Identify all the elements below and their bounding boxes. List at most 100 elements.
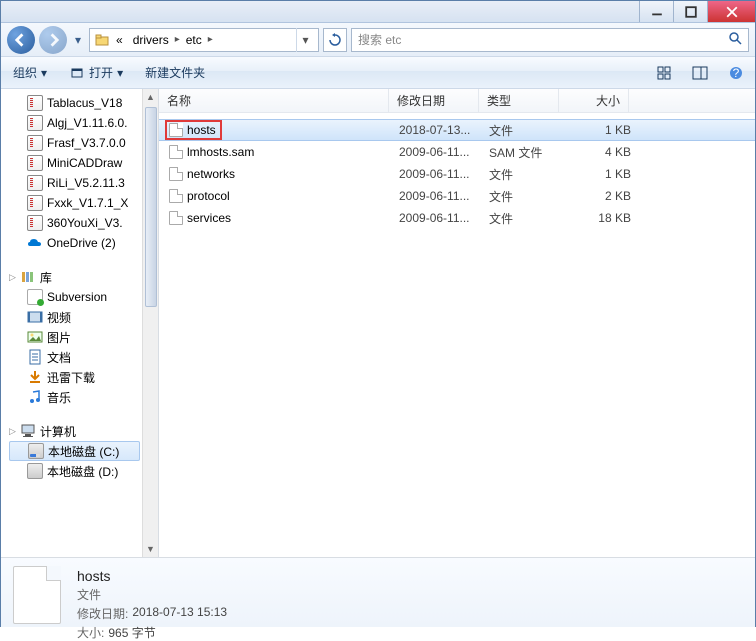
chevron-down-icon: ▾ <box>41 66 47 80</box>
file-name: networks <box>187 167 235 181</box>
tree-item[interactable]: 迅雷下载 <box>9 367 158 387</box>
file-row[interactable]: networks 2009-06-11... 文件 1 KB <box>159 163 755 185</box>
tree-item-label: 360YouXi_V3. <box>47 216 123 230</box>
breadcrumb-prefix: « <box>112 33 127 47</box>
view-options-button[interactable] <box>653 62 675 84</box>
svg-text:?: ? <box>733 66 740 80</box>
navigation-tree: Tablacus_V18 Algj_V1.11.6.0. Frasf_V3.7.0.… <box>1 89 159 557</box>
file-date: 2009-06-11... <box>399 211 489 225</box>
tree-item[interactable]: Fxxk_V1.7.1_X <box>9 193 158 213</box>
tree-item[interactable]: Tablacus_V18 <box>9 93 158 113</box>
search-icon <box>728 31 742 48</box>
file-row[interactable]: lmhosts.sam 2009-06-11... SAM 文件 4 KB <box>159 141 755 163</box>
details-date-label: 修改日期: <box>77 605 128 622</box>
details-filetype: 文件 <box>77 586 227 603</box>
tree-item[interactable]: MiniCADDraw <box>9 153 158 173</box>
chevron-down-icon: ▾ <box>117 66 123 80</box>
tree-item[interactable]: Subversion <box>9 287 158 307</box>
column-headers: 名称 修改日期 类型 大小 <box>159 89 755 113</box>
column-date[interactable]: 修改日期 <box>389 89 479 112</box>
tree-item-label: 图片 <box>47 329 71 346</box>
scroll-down-icon[interactable]: ▼ <box>143 541 158 557</box>
column-type[interactable]: 类型 <box>479 89 559 112</box>
onedrive-icon <box>27 235 43 251</box>
maximize-button[interactable] <box>673 1 707 22</box>
tree-item[interactable]: 音乐 <box>9 387 158 407</box>
tree-item-label: Algj_V1.11.6.0. <box>47 116 128 130</box>
file-date: 2009-06-11... <box>399 189 489 203</box>
tree-item-label: 音乐 <box>47 389 71 406</box>
svn-icon <box>27 289 43 305</box>
tree-group-computer[interactable]: ▷计算机 <box>9 421 158 441</box>
column-name[interactable]: 名称 <box>159 89 389 112</box>
tree-item[interactable]: RiLi_V5.2.11.3 <box>9 173 158 193</box>
file-date: 2018-07-13... <box>399 123 489 137</box>
file-type: SAM 文件 <box>489 144 569 161</box>
file-row[interactable]: protocol 2009-06-11... 文件 2 KB <box>159 185 755 207</box>
file-size: 4 KB <box>569 145 639 159</box>
tree-item[interactable]: Frasf_V3.7.0.0 <box>9 133 158 153</box>
file-date: 2009-06-11... <box>399 145 489 159</box>
file-type: 文件 <box>489 122 569 139</box>
tree-item[interactable]: 视频 <box>9 307 158 327</box>
breadcrumb-seg[interactable]: drivers <box>129 33 173 47</box>
tree-item-label: Tablacus_V18 <box>47 96 122 110</box>
breadcrumb-dropdown[interactable]: ▾ <box>296 28 314 52</box>
tree-item-label: 文档 <box>47 349 71 366</box>
download-icon <box>27 369 43 385</box>
close-button[interactable] <box>707 1 755 22</box>
tree-item[interactable]: 文档 <box>9 347 158 367</box>
expand-icon[interactable]: ▷ <box>9 426 16 437</box>
preview-pane-button[interactable] <box>689 62 711 84</box>
tree-group-libraries[interactable]: ▷库 <box>9 267 158 287</box>
back-button[interactable] <box>7 26 35 54</box>
file-type: 文件 <box>489 210 569 227</box>
scroll-up-icon[interactable]: ▲ <box>143 89 158 105</box>
forward-button[interactable] <box>39 26 67 54</box>
file-name: lmhosts.sam <box>187 145 254 159</box>
history-dropdown[interactable]: ▾ <box>71 26 85 54</box>
details-filename: hosts <box>77 568 227 584</box>
column-size[interactable]: 大小 <box>559 89 629 112</box>
file-row[interactable]: services 2009-06-11... 文件 18 KB <box>159 207 755 229</box>
tree-item-label: 迅雷下载 <box>47 369 95 386</box>
file-icon <box>169 167 183 181</box>
scrollbar-thumb[interactable] <box>145 107 157 307</box>
folder-icon <box>94 32 110 48</box>
open-button[interactable]: 打开 ▾ <box>65 62 127 83</box>
tree-item-label: 库 <box>40 269 52 286</box>
tree-item-label: 本地磁盘 (D:) <box>47 463 118 480</box>
tree-item[interactable]: OneDrive (2) <box>9 233 158 253</box>
file-row[interactable]: hosts 2018-07-13... 文件 1 KB <box>159 119 755 141</box>
tree-item-label: Subversion <box>47 290 107 304</box>
address-breadcrumb[interactable]: « drivers ▸ etc ▸ ▾ <box>89 28 319 52</box>
help-button[interactable]: ? <box>725 62 747 84</box>
organize-menu[interactable]: 组织 ▾ <box>9 62 51 83</box>
file-icon <box>169 211 183 225</box>
tree-item-drive[interactable]: 本地磁盘 (D:) <box>9 461 158 481</box>
search-input[interactable]: 搜索 etc <box>351 28 749 52</box>
tree-item-label: Frasf_V3.7.0.0 <box>47 136 126 150</box>
tree-item-drive[interactable]: 本地磁盘 (C:) <box>9 441 140 461</box>
sidebar-scrollbar[interactable]: ▲ ▼ <box>142 89 158 557</box>
archive-icon <box>27 175 43 191</box>
archive-icon <box>27 95 43 111</box>
chevron-right-icon[interactable]: ▸ <box>208 34 213 45</box>
drive-icon <box>28 443 44 459</box>
tree-item-label: RiLi_V5.2.11.3 <box>47 176 125 190</box>
file-name: services <box>187 211 231 225</box>
tree-item[interactable]: 图片 <box>9 327 158 347</box>
new-folder-button[interactable]: 新建文件夹 <box>141 62 209 83</box>
tree-item[interactable]: Algj_V1.11.6.0. <box>9 113 158 133</box>
window-titlebar <box>1 1 755 23</box>
expand-icon[interactable]: ▷ <box>9 272 16 283</box>
chevron-right-icon[interactable]: ▸ <box>175 34 180 45</box>
navigation-bar: ▾ « drivers ▸ etc ▸ ▾ 搜索 etc <box>1 23 755 57</box>
archive-icon <box>27 195 43 211</box>
minimize-button[interactable] <box>639 1 673 22</box>
tree-item-label: Fxxk_V1.7.1_X <box>47 196 128 210</box>
breadcrumb-seg[interactable]: etc <box>182 33 206 47</box>
command-toolbar: 组织 ▾ 打开 ▾ 新建文件夹 ? <box>1 57 755 89</box>
tree-item[interactable]: 360YouXi_V3. <box>9 213 158 233</box>
refresh-button[interactable] <box>323 28 347 52</box>
